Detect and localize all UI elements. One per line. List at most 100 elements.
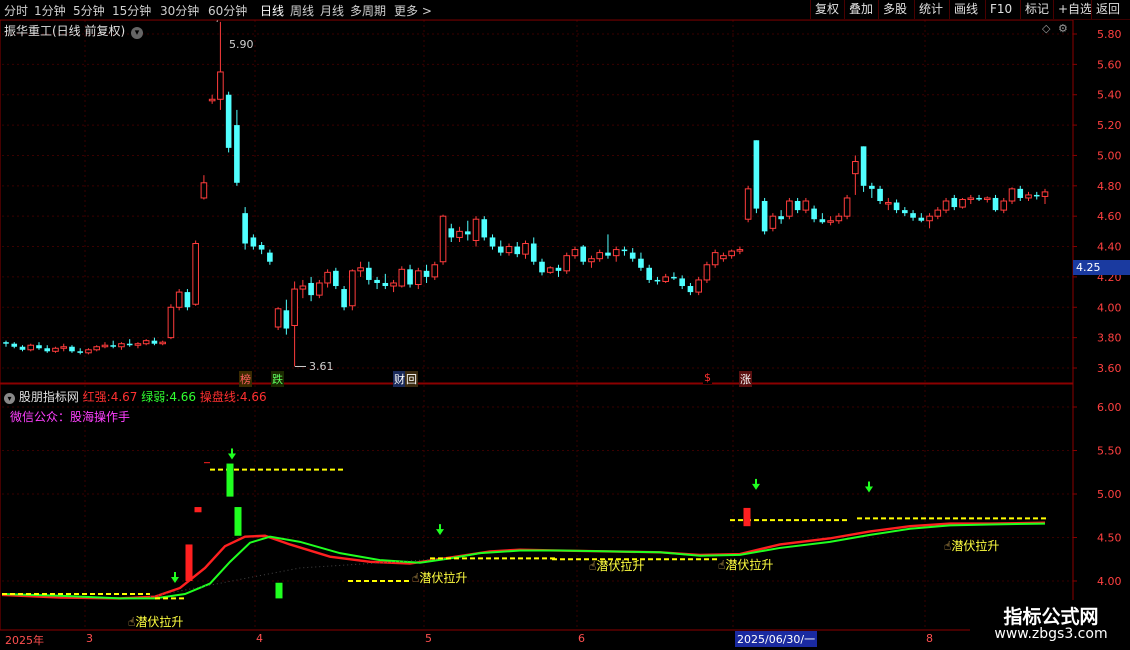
candle-body-up — [274, 308, 282, 328]
tab-monthly[interactable]: 月线 — [320, 2, 344, 19]
event-tag-drop[interactable]: 跌 — [271, 371, 284, 387]
signal-label: ☝潜伏拉升 — [589, 557, 644, 574]
candle-body-up — [349, 270, 356, 307]
green-signal-bar — [234, 507, 242, 536]
candle-body-down — [918, 217, 925, 221]
trade-line-label: 操盘线: — [199, 390, 240, 404]
candle-body-down — [860, 146, 867, 186]
candle-body-up — [175, 291, 183, 308]
candle-body-up — [703, 264, 711, 281]
candle-body-up — [959, 198, 966, 208]
candle-body-up — [720, 255, 727, 260]
draw-line-button[interactable]: 画线 — [949, 0, 982, 19]
candle-body-up — [695, 279, 702, 293]
settings-icon[interactable]: ⚙ — [1058, 22, 1068, 35]
green-weak-value: 4.66 — [169, 390, 197, 404]
tab-weekly[interactable]: 周线 — [290, 2, 314, 19]
candle-body-down — [1033, 194, 1040, 197]
watermark-title: 指标公式网 — [1003, 606, 1099, 628]
candle-body-down — [126, 343, 133, 346]
candle-body-down — [448, 228, 455, 238]
signal-text: 潜伏拉升 — [596, 559, 645, 573]
price-tick-label: 5.20 — [1097, 119, 1122, 132]
price-tick-label: 3.80 — [1097, 332, 1122, 345]
candle-body-down — [671, 276, 677, 279]
f10-button[interactable]: F10 — [985, 0, 1016, 19]
green-weak-line — [1, 522, 1046, 600]
candle-body-down — [283, 310, 290, 329]
tab-multi-period[interactable]: 多周期 — [350, 2, 386, 19]
tab-5min[interactable]: 5分钟 — [73, 2, 105, 19]
candle-body-down — [646, 267, 652, 280]
add-watchlist-button[interactable]: +自选 — [1053, 0, 1096, 19]
adjust-button[interactable]: 复权 — [810, 0, 843, 19]
candle-body-down — [242, 213, 248, 244]
candle-body-up — [142, 340, 150, 345]
statistics-button[interactable]: 统计 — [914, 0, 947, 19]
candle-body-up — [27, 344, 35, 351]
candle-body-down — [69, 346, 75, 352]
candle-body-down — [3, 342, 9, 344]
candle-body-down — [184, 292, 191, 308]
candle-body-up — [324, 271, 331, 284]
period-toolbar: 分时 1分钟 5分钟 15分钟 30分钟 60分钟 日线 周线 月线 多周期 更… — [0, 0, 1130, 20]
candle-body-up — [934, 209, 942, 217]
candle-body-down — [654, 279, 661, 282]
candle-body-up — [967, 197, 975, 200]
candle-body-up — [456, 230, 463, 238]
candle-body-up — [843, 197, 851, 217]
event-tag-rise[interactable]: 涨 — [739, 371, 752, 387]
mark-button[interactable]: 标记 — [1020, 0, 1053, 19]
tab-more[interactable]: 更多 > — [394, 2, 432, 19]
candle-body-up — [200, 182, 208, 199]
candle-body-up — [159, 341, 166, 345]
candle-body-down — [225, 94, 232, 148]
candle-body-up — [398, 268, 406, 287]
tab-15min[interactable]: 15分钟 — [112, 2, 151, 19]
candle-body-down — [44, 348, 51, 352]
multi-stock-button[interactable]: 多股 — [878, 0, 911, 19]
candle-body-down — [366, 267, 372, 280]
candle-body-up — [596, 252, 604, 260]
tab-timeshare[interactable]: 分时 — [4, 2, 28, 19]
indicator-header: ▾ 股朋指标网 红强:4.67 绿弱:4.66 操盘线:4.66 — [4, 388, 267, 405]
collapse-icon[interactable]: ▾ — [4, 393, 15, 404]
signal-label: ☝潜伏拉升 — [718, 556, 773, 573]
candle-body-up — [571, 249, 579, 257]
candle-body-up — [885, 202, 892, 205]
tab-1min[interactable]: 1分钟 — [34, 2, 66, 19]
event-tag-list[interactable]: 榜 — [239, 371, 252, 387]
candle-body-down — [407, 269, 413, 285]
candle-body-up — [926, 215, 933, 222]
tab-30min[interactable]: 30分钟 — [160, 2, 199, 19]
chevron-down-icon[interactable]: ▾ — [131, 27, 144, 39]
diamond-icon[interactable]: ◇ — [1042, 22, 1050, 35]
candle-body-up — [588, 258, 595, 263]
back-button[interactable]: 返回 — [1091, 0, 1124, 19]
candle-body-down — [333, 270, 339, 287]
candle-body-up — [835, 215, 843, 222]
current-price-badge: 4.25 — [1073, 260, 1130, 275]
candle-body-up — [736, 249, 744, 252]
candle-body-down — [778, 216, 784, 220]
tab-60min[interactable]: 60分钟 — [208, 2, 247, 19]
candle-body-down — [151, 340, 158, 344]
stock-chart[interactable]: 5.805.605.405.205.004.804.604.404.204.00… — [0, 20, 1130, 650]
candle-body-up — [728, 250, 735, 257]
candle-body-up — [118, 343, 125, 348]
price-tick-label: 5.00 — [1097, 149, 1122, 162]
grid-lines — [2, 20, 1073, 630]
overlay-button[interactable]: 叠加 — [844, 0, 877, 19]
crosshair-date-label: 2025/06/30/一 — [735, 631, 818, 647]
tab-daily[interactable]: 日线 — [260, 2, 284, 19]
green-weak-label: 绿弱: — [141, 390, 170, 404]
signal-text: 潜伏拉升 — [135, 615, 184, 629]
candle-body-up — [546, 267, 554, 273]
price-tick-label: 4.60 — [1097, 210, 1122, 223]
red-signal-bar — [194, 507, 202, 513]
signal-text: 潜伏拉升 — [725, 558, 774, 572]
candle-body-up — [299, 285, 307, 290]
event-tag-dollar[interactable]: $ — [703, 371, 712, 384]
event-tag-return[interactable]: 回 — [405, 371, 418, 387]
date-label: 6 — [578, 632, 585, 645]
